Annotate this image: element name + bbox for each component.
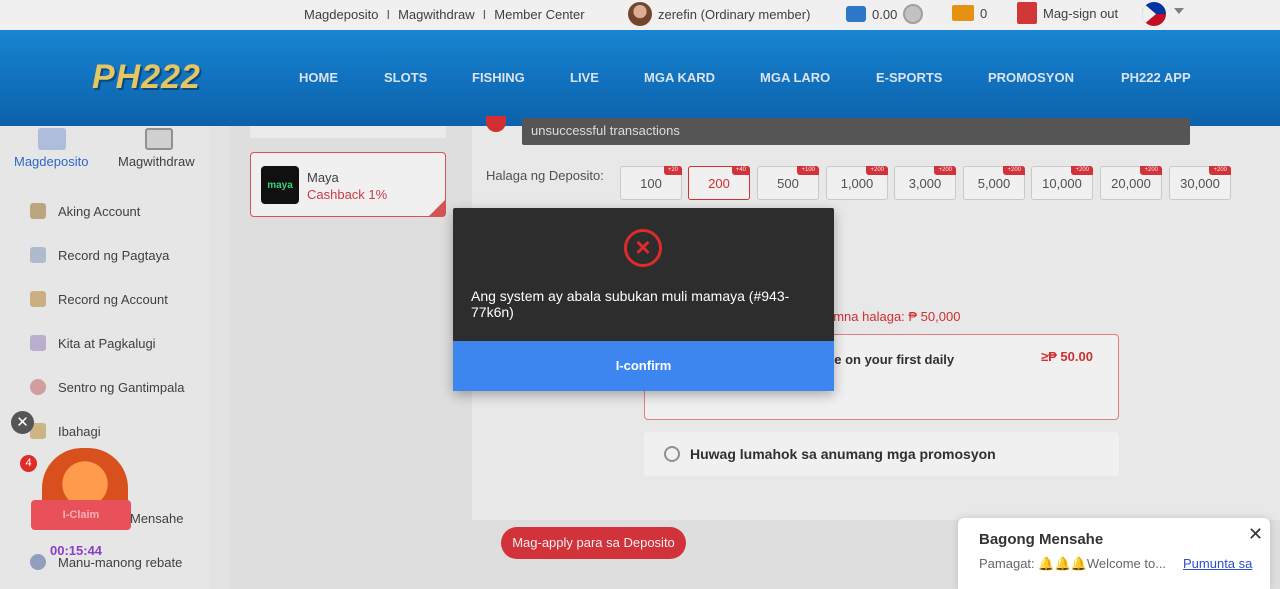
message-toast: Bagong Mensahe ✕ Pamagat: 🔔🔔🔔Welcome to.… [958, 518, 1270, 589]
confirm-button[interactable]: I-confirm [453, 341, 834, 391]
error-x-icon: × [624, 229, 662, 267]
dialog-message: Ang system ay abala subukan muli mamaya … [471, 288, 790, 320]
claim-button[interactable]: I-Claim [31, 500, 131, 530]
close-icon[interactable]: ✕ [11, 411, 34, 434]
close-icon[interactable]: ✕ [1248, 524, 1263, 545]
toast-body: Pamagat: 🔔🔔🔔Welcome to... [979, 556, 1167, 571]
gift-timer: 00:15:44 [50, 543, 103, 558]
toast-title: Bagong Mensahe [979, 531, 1104, 548]
toast-link[interactable]: Pumunta sa [1183, 556, 1252, 571]
error-dialog: × Ang system ay abala subukan muli mamay… [453, 208, 834, 391]
gift-badge: 4 [20, 455, 37, 472]
